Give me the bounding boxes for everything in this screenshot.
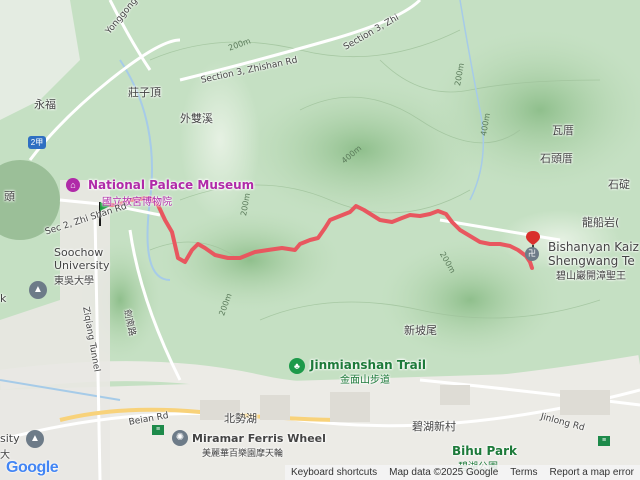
keyboard-shortcuts-link[interactable]: Keyboard shortcuts xyxy=(285,467,383,478)
label-npm[interactable]: National Palace Museum xyxy=(88,178,254,192)
google-logo-text: Google xyxy=(6,459,59,476)
terms-link[interactable]: Terms xyxy=(504,467,543,478)
attribution-bar: Keyboard shortcuts Map data ©2025 Google… xyxy=(284,465,640,480)
ferris-wheel-icon[interactable]: ✺ xyxy=(172,430,188,446)
label-miramar[interactable]: Miramar Ferris Wheel xyxy=(192,432,326,445)
label-zhuangziding: 莊子頂 xyxy=(128,86,161,99)
label-xinpowei: 新坡尾 xyxy=(404,324,437,337)
label-bihuxincun: 碧湖新村 xyxy=(412,420,456,433)
label-tou: 頭 xyxy=(4,190,15,203)
label-sity: sity xyxy=(0,432,20,445)
label-soochow-2: University xyxy=(54,259,110,272)
label-shi-partial: 石碇 xyxy=(608,178,630,191)
label-bihu-park[interactable]: Bihu Park xyxy=(452,444,517,458)
trail-icon[interactable]: ♣ xyxy=(289,358,305,374)
label-jinmianshan-zh: 金面山步道 xyxy=(340,375,390,386)
label-bishanyan-2: Shengwang Te xyxy=(548,254,635,268)
report-map-error-link[interactable]: Report a map error xyxy=(544,467,640,478)
label-wacuo: 瓦厝 xyxy=(552,124,574,137)
temple-icon[interactable]: 卍 xyxy=(525,247,539,261)
label-beishihu: 北勢湖 xyxy=(224,412,257,425)
label-yongfu: 永福 xyxy=(34,98,56,111)
highway-shield: 2甲 xyxy=(28,136,46,149)
map-data-text: Map data ©2025 Google xyxy=(389,467,499,478)
label-bishanyan-zh: 碧山巖開漳聖王 xyxy=(556,271,626,282)
university-icon[interactable]: ▲ xyxy=(29,281,47,299)
transit-icon: ≡ xyxy=(152,425,164,435)
museum-icon[interactable]: ⌂ xyxy=(66,178,80,192)
label-shitoucuo: 石頭厝 xyxy=(540,152,573,165)
label-jinmianshan[interactable]: Jinmianshan Trail xyxy=(310,358,426,372)
google-logo: Google xyxy=(6,459,59,477)
terrain-layer xyxy=(0,0,640,480)
label-longchuanyan: 龍船岩( xyxy=(582,216,620,229)
label-bishanyan[interactable]: Bishanyan Kaiz xyxy=(548,240,639,254)
map-canvas[interactable]: ⌂ ▲ ♣ ✺ 卍 ▲ 2甲 ≡ ≡ 永福 Yonggong Rd 莊子頂 Se… xyxy=(0,0,640,480)
label-miramar-zh: 美麗華百樂園摩天輪 xyxy=(202,449,284,459)
label-soochow[interactable]: Soochow xyxy=(54,246,103,259)
label-k: k xyxy=(0,292,7,305)
university-icon-left[interactable]: ▲ xyxy=(26,430,44,448)
label-waishuangxi: 外雙溪 xyxy=(180,112,213,125)
label-soochow-zh: 東吳大學 xyxy=(54,276,94,287)
transit-icon-right: ≡ xyxy=(598,436,610,446)
